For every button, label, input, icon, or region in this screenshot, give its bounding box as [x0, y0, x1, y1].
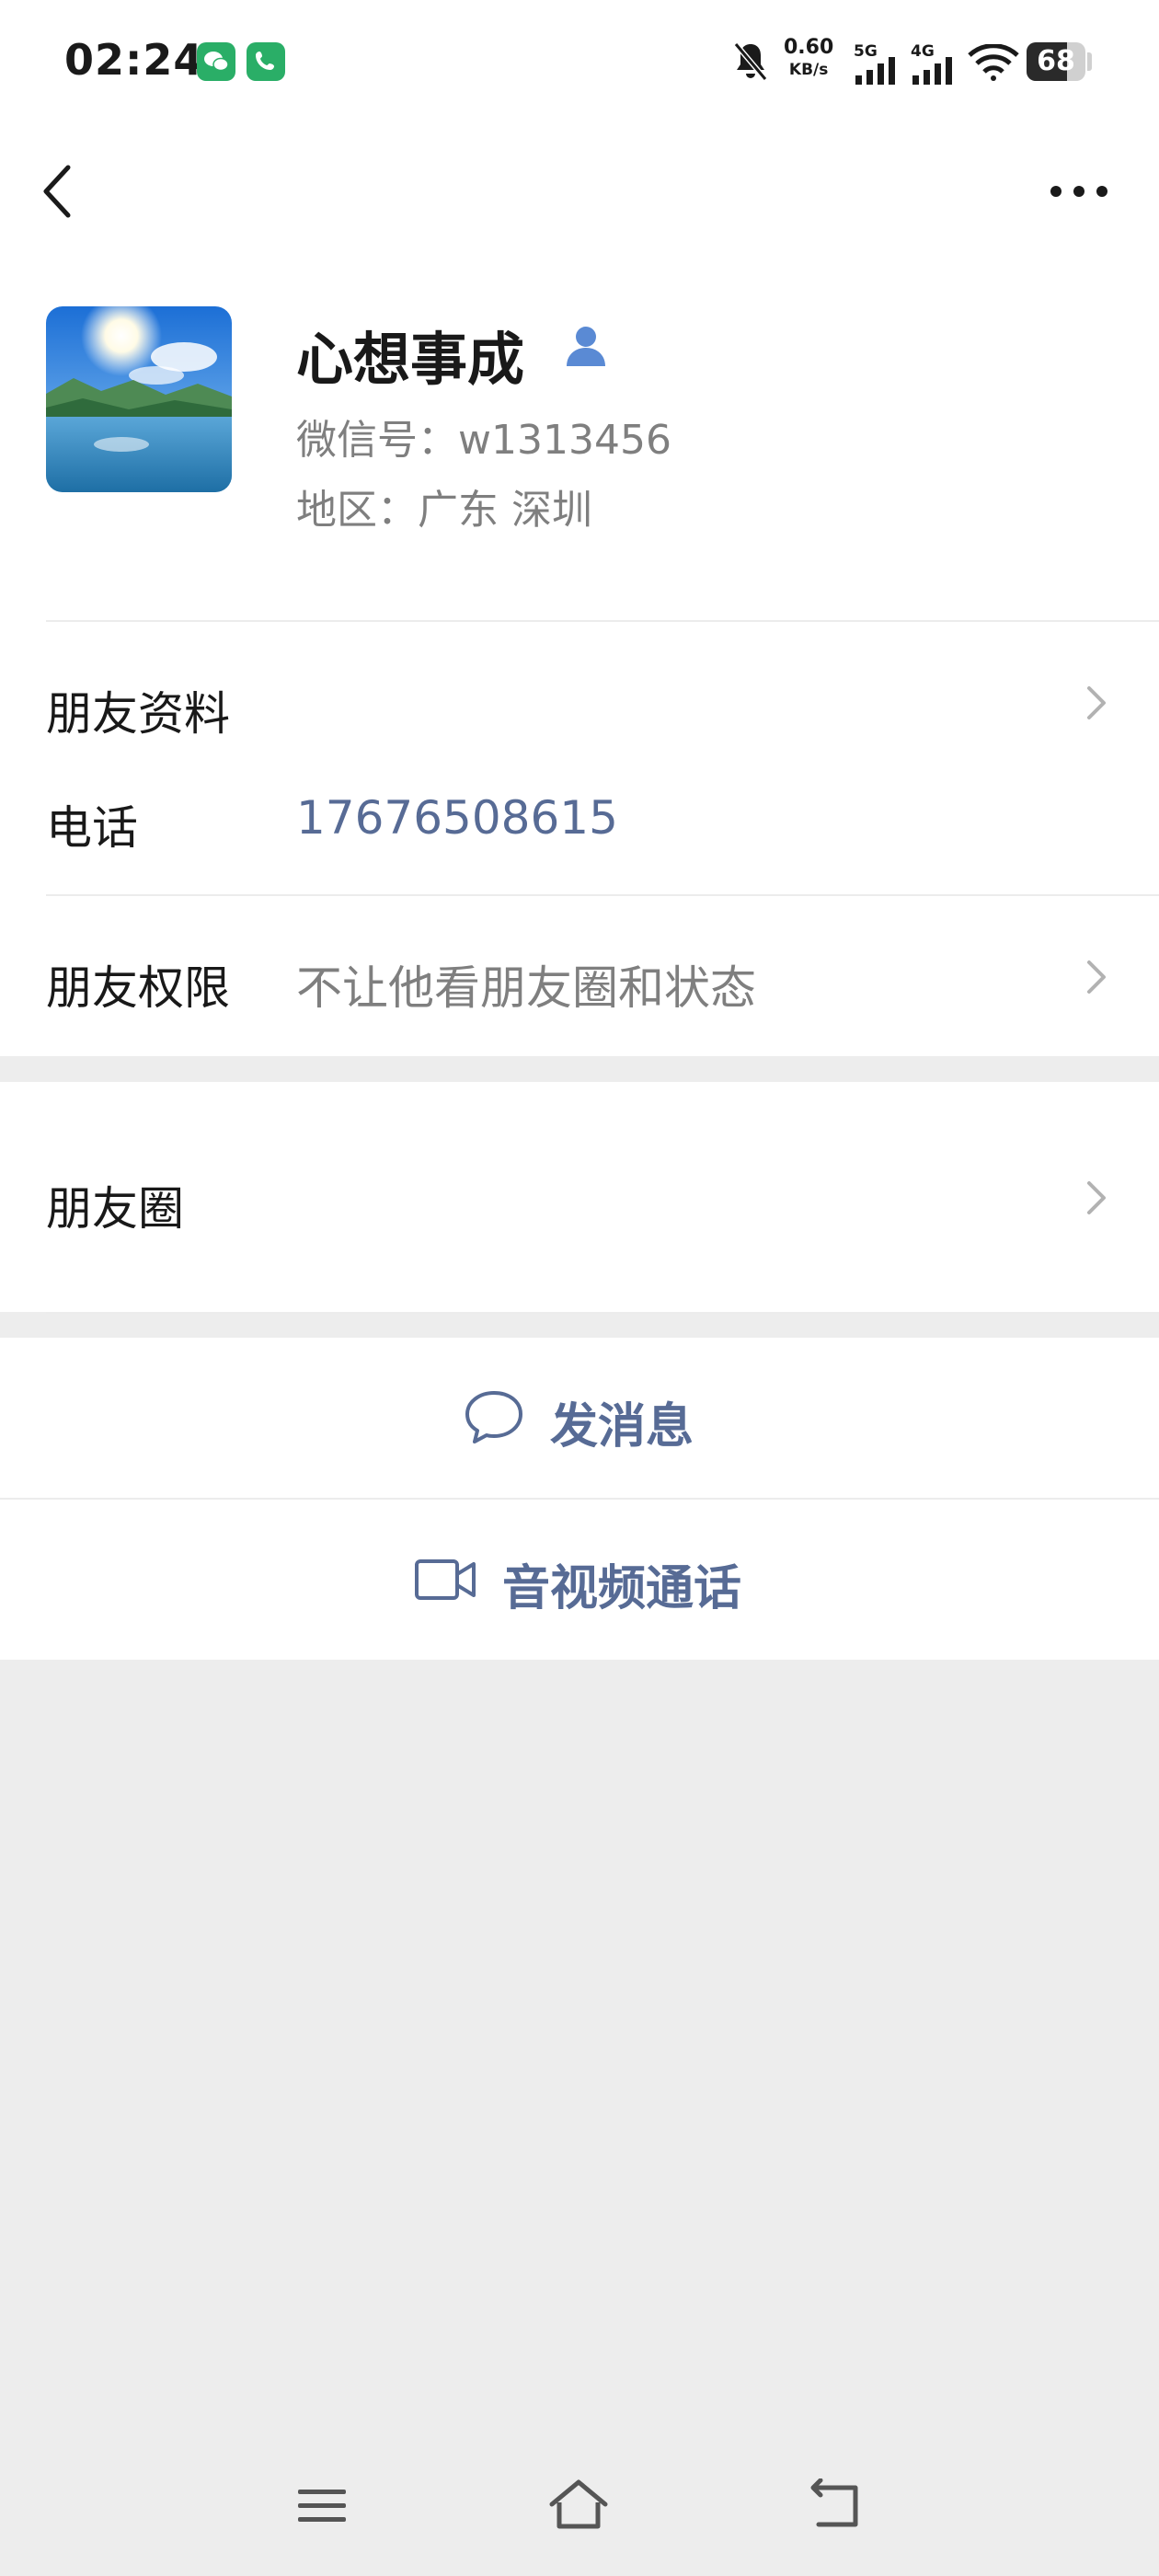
signal-4g-icon: 4G — [911, 42, 957, 85]
friend-permission-value: 不让他看朋友圈和状态 — [296, 961, 756, 1015]
chat-bubble-icon — [465, 1391, 522, 1443]
wechat-icon — [197, 42, 235, 81]
friend-permission-label: 朋友权限 — [46, 961, 230, 1015]
wifi-icon — [968, 44, 1019, 81]
region: 地区：广东 深圳 — [296, 487, 592, 534]
menu-icon[interactable] — [296, 2486, 348, 2526]
friend-info-label: 朋友资料 — [46, 687, 230, 741]
signal-5g-icon: 5G — [854, 42, 900, 85]
wechat-id: 微信号：w1313456 — [296, 417, 671, 464]
moments-label: 朋友圈 — [46, 1182, 184, 1236]
net-speed-value: 0.60 — [784, 36, 834, 59]
home-icon[interactable] — [546, 2477, 611, 2532]
mute-bell-icon — [733, 42, 768, 81]
chevron-right-icon — [1087, 960, 1106, 994]
battery-level-label: 68 — [1037, 45, 1075, 77]
send-message-label: 发消息 — [550, 1399, 694, 1455]
battery-icon: 68 — [1027, 42, 1085, 81]
phone-number-link[interactable]: 17676508615 — [296, 791, 618, 845]
video-call-label: 音视频通话 — [502, 1561, 742, 1616]
net-speed: 0.60 KB/s — [784, 37, 833, 81]
more-button[interactable] — [1049, 180, 1109, 202]
contact-person-icon — [567, 327, 605, 366]
section-gap — [0, 1314, 1159, 1338]
status-time: 02:24 — [64, 35, 204, 85]
back-button[interactable] — [39, 162, 75, 221]
chevron-right-icon — [1087, 686, 1106, 719]
phone-label: 电话 — [46, 801, 138, 855]
phone-icon — [247, 42, 285, 81]
profile-name: 心想事成 — [296, 326, 525, 393]
chevron-right-icon — [1087, 1181, 1106, 1214]
section-gap — [0, 1056, 1159, 1082]
back-nav-icon[interactable] — [808, 2478, 866, 2530]
avatar[interactable] — [46, 306, 232, 492]
status-bar: 02:24 0.60 KB/s 5G 4G 68 — [0, 0, 1159, 129]
video-camera-icon — [415, 1559, 476, 1600]
net-speed-unit: KB/s — [788, 61, 829, 79]
battery-tip — [1087, 52, 1092, 71]
avatar-landscape-image — [46, 306, 232, 492]
